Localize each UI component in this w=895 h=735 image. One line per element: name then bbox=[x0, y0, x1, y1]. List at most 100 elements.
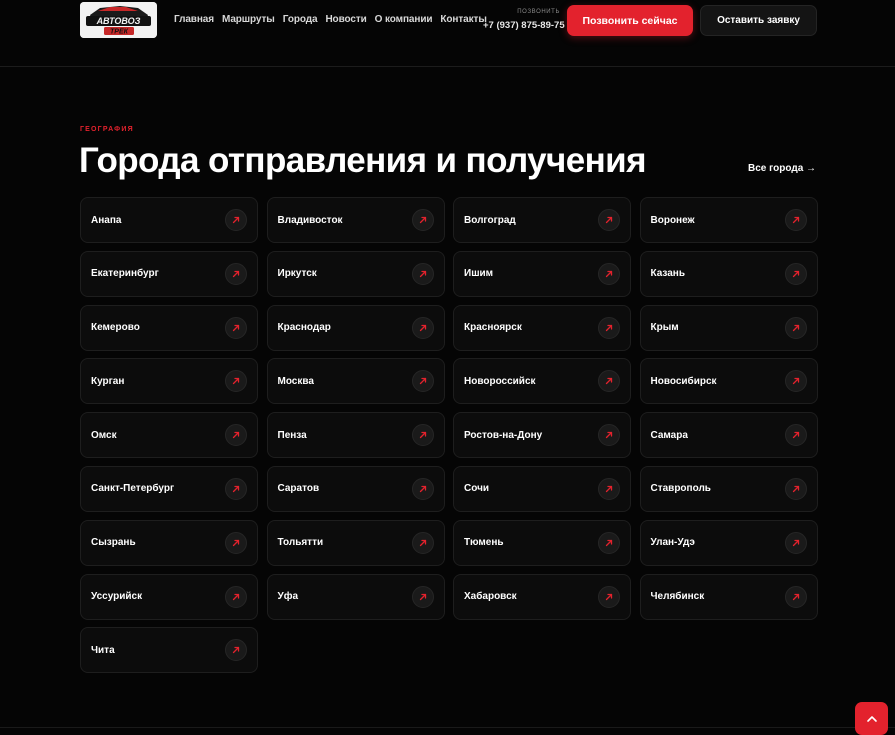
city-name: Уфа bbox=[277, 591, 299, 603]
arrow-up-right-icon bbox=[411, 585, 434, 608]
city-card[interactable]: Сочи bbox=[453, 465, 631, 512]
city-name: Иркутск bbox=[277, 268, 317, 280]
nav-link-cities[interactable]: Города bbox=[283, 14, 318, 25]
city-name: Ишим bbox=[464, 268, 494, 280]
city-grid: Анапа Владивосток Волгоград Воронеж Екатерин… bbox=[80, 197, 818, 674]
city-name: Тольятти bbox=[277, 537, 324, 549]
arrow-up-right-icon bbox=[411, 531, 434, 554]
arrow-up-right-icon bbox=[598, 370, 620, 393]
city-card[interactable]: Улан-Удэ bbox=[639, 519, 818, 566]
city-name: Кемерово bbox=[91, 322, 140, 334]
city-card[interactable]: Тюмень bbox=[453, 519, 631, 566]
city-name: Красноярск bbox=[464, 322, 522, 334]
arrow-up-right-icon bbox=[411, 370, 434, 393]
arrow-up-right-icon bbox=[225, 639, 247, 662]
city-name: Курган bbox=[91, 375, 125, 387]
section-eyebrow: ГЕОГРАФИЯ bbox=[80, 126, 134, 133]
city-card[interactable]: Крым bbox=[639, 304, 818, 351]
city-card[interactable]: Новороссийск bbox=[453, 358, 631, 405]
arrow-up-right-icon bbox=[784, 531, 807, 554]
city-name: Воронеж bbox=[650, 214, 695, 226]
arrow-up-right-icon bbox=[784, 262, 807, 285]
nav-link-home[interactable]: Главная bbox=[174, 14, 214, 25]
city-name: Сызрань bbox=[91, 537, 136, 549]
city-card[interactable]: Иркутск bbox=[266, 250, 445, 297]
city-card[interactable]: Пенза bbox=[266, 412, 445, 459]
section-divider bbox=[0, 66, 895, 67]
city-card[interactable]: Сызрань bbox=[80, 519, 258, 566]
city-card[interactable]: Курган bbox=[80, 358, 258, 405]
city-card[interactable]: Тольятти bbox=[266, 519, 445, 566]
phone-link[interactable]: +7 (937) 875-89-75 bbox=[483, 20, 565, 31]
city-name: Челябинск bbox=[650, 591, 705, 603]
city-name: Самара bbox=[650, 429, 688, 441]
city-card[interactable]: Хабаровск bbox=[453, 573, 631, 620]
city-name: Саратов bbox=[277, 483, 320, 495]
city-card[interactable]: Челябинск bbox=[639, 573, 818, 620]
arrow-up-right-icon bbox=[598, 209, 620, 231]
arrow-up-right-icon bbox=[225, 424, 247, 447]
city-card[interactable]: Самара bbox=[639, 412, 818, 459]
arrow-up-right-icon bbox=[784, 316, 807, 339]
scroll-to-top-button[interactable] bbox=[855, 702, 888, 735]
nav-link-news[interactable]: Новости bbox=[325, 14, 366, 25]
city-card[interactable]: Ишим bbox=[453, 250, 631, 297]
arrow-up-right-icon bbox=[784, 585, 807, 608]
city-card[interactable]: Новосибирск bbox=[639, 358, 818, 405]
city-name: Тюмень bbox=[464, 537, 504, 549]
city-card[interactable]: Анапа bbox=[80, 197, 258, 243]
call-now-button[interactable]: Позвонить сейчас bbox=[567, 5, 693, 36]
city-name: Новороссийск bbox=[464, 375, 536, 387]
city-card[interactable]: Чита bbox=[80, 627, 258, 674]
city-card[interactable]: Ростов-на-Дону bbox=[453, 412, 631, 459]
arrow-up-right-icon bbox=[411, 316, 434, 339]
city-card[interactable]: Омск bbox=[80, 412, 258, 459]
nav-link-about[interactable]: О компании bbox=[375, 14, 433, 25]
arrow-up-right-icon bbox=[598, 424, 620, 447]
nav-link-contacts[interactable]: Контакты bbox=[440, 14, 486, 25]
city-name: Санкт-Петербург bbox=[91, 483, 175, 495]
city-name: Пенза bbox=[277, 429, 307, 441]
city-card[interactable]: Казань bbox=[639, 250, 818, 297]
arrow-up-right-icon bbox=[225, 477, 247, 500]
chevron-up-icon bbox=[866, 715, 877, 722]
city-card[interactable]: Екатеринбург bbox=[80, 250, 258, 297]
city-name: Крым bbox=[650, 322, 679, 334]
arrow-up-right-icon bbox=[225, 209, 247, 231]
city-card[interactable]: Саратов bbox=[266, 465, 445, 512]
city-card[interactable]: Волгоград bbox=[453, 197, 631, 243]
nav-link-routes[interactable]: Маршруты bbox=[222, 14, 275, 25]
city-card[interactable]: Уфа bbox=[266, 573, 445, 620]
section-title: Города отправления и получения bbox=[79, 141, 647, 180]
city-name: Омск bbox=[91, 429, 117, 441]
city-name: Уссурийск bbox=[91, 591, 143, 603]
all-cities-link[interactable]: Все города → bbox=[748, 163, 816, 174]
city-card[interactable]: Красноярск bbox=[453, 304, 631, 351]
city-card[interactable]: Уссурийск bbox=[80, 573, 258, 620]
city-name: Москва bbox=[277, 375, 314, 387]
arrow-up-right-icon bbox=[784, 370, 807, 393]
city-name: Екатеринбург bbox=[91, 268, 159, 280]
arrow-up-right-icon bbox=[598, 585, 620, 608]
city-card[interactable]: Санкт-Петербург bbox=[80, 465, 258, 512]
arrow-up-right-icon bbox=[784, 209, 807, 231]
city-card[interactable]: Москва bbox=[266, 358, 445, 405]
leave-request-button[interactable]: Оставить заявку bbox=[700, 5, 817, 36]
city-card[interactable]: Воронеж bbox=[639, 197, 818, 243]
city-name: Анапа bbox=[91, 214, 122, 226]
arrow-up-right-icon bbox=[225, 316, 247, 339]
footer-divider bbox=[0, 727, 895, 728]
arrow-up-right-icon bbox=[598, 531, 620, 554]
city-name: Улан-Удэ bbox=[650, 537, 695, 549]
city-card[interactable]: Ставрополь bbox=[639, 465, 818, 512]
arrow-up-right-icon bbox=[784, 424, 807, 447]
arrow-up-right-icon bbox=[225, 262, 247, 285]
city-card[interactable]: Владивосток bbox=[266, 197, 445, 243]
logo[interactable]: АВТОВОЗ ТРЕК bbox=[80, 2, 157, 38]
city-card[interactable]: Краснодар bbox=[266, 304, 445, 351]
city-card[interactable]: Кемерово bbox=[80, 304, 258, 351]
svg-text:ТРЕК: ТРЕК bbox=[110, 29, 129, 36]
arrow-up-right-icon bbox=[411, 424, 434, 447]
arrow-up-right-icon bbox=[411, 262, 434, 285]
city-name: Казань bbox=[650, 268, 686, 280]
